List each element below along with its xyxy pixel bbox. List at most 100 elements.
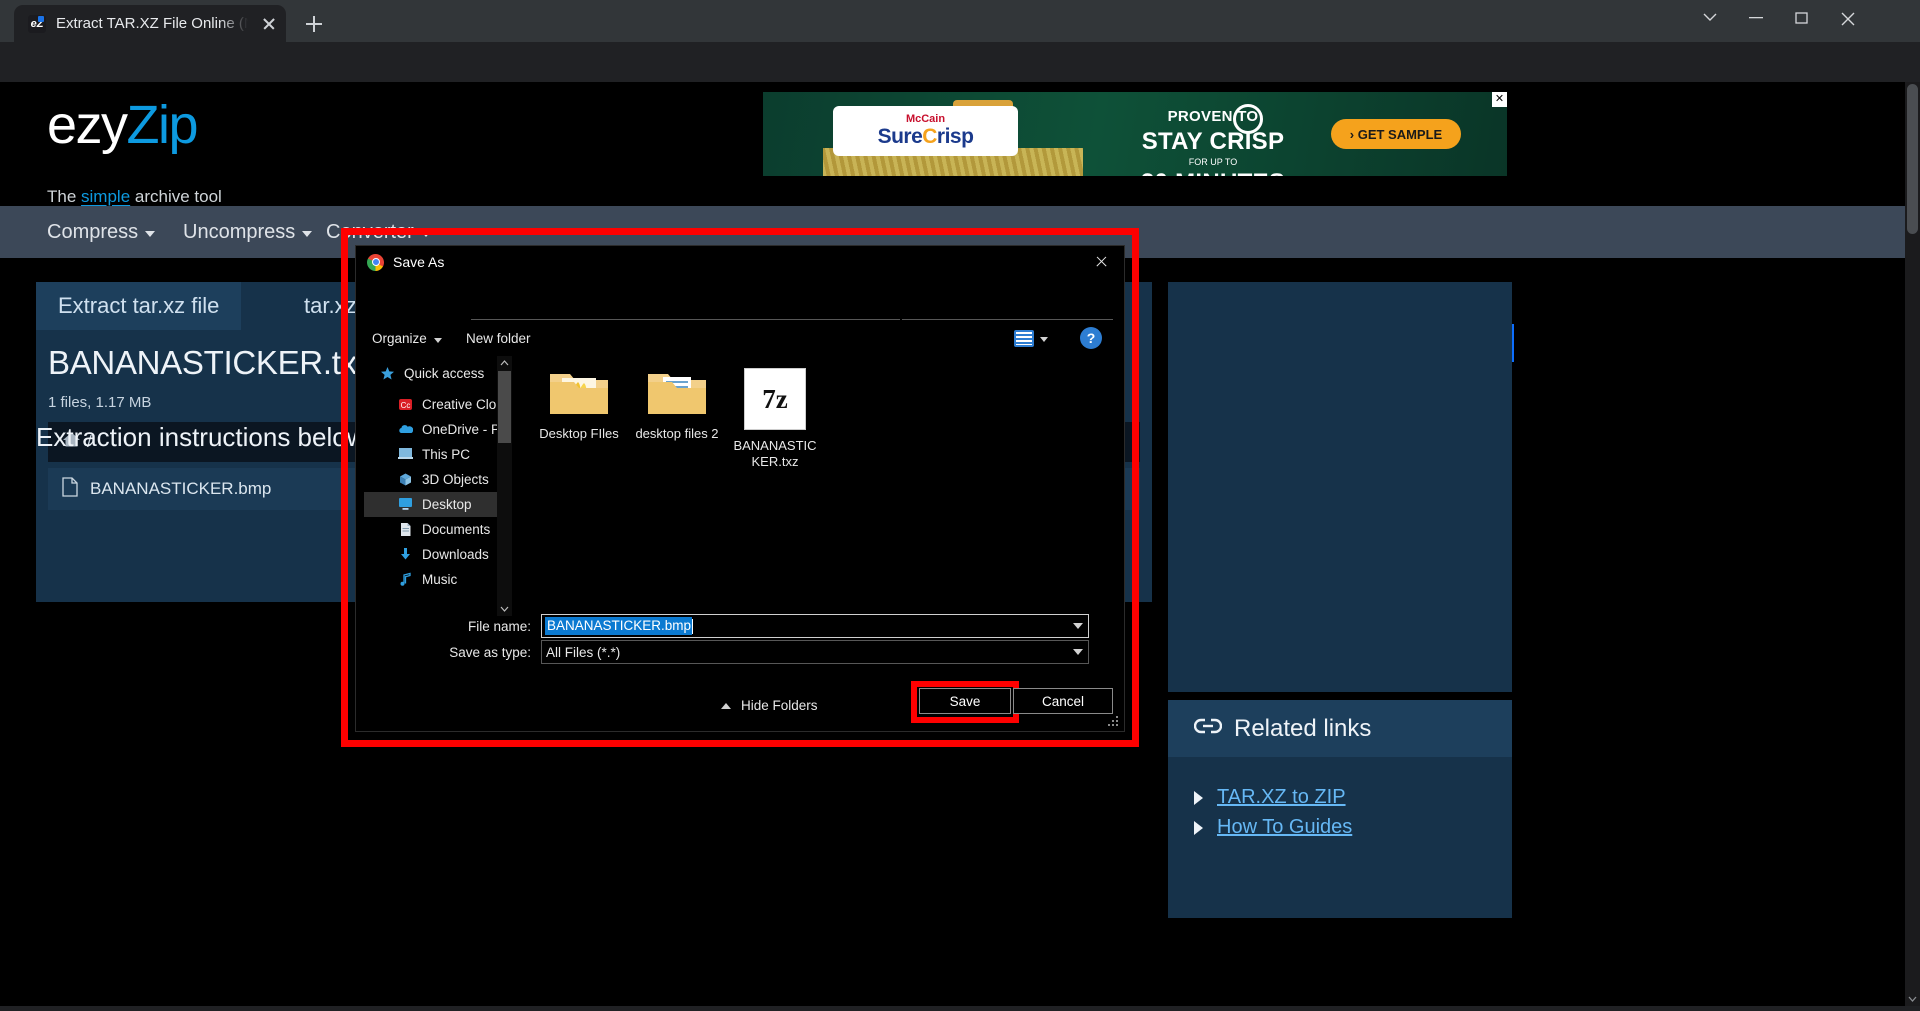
archive-name: BANANASTICKER.txz <box>48 344 373 382</box>
chevron-down-icon <box>302 231 312 237</box>
ad-brand-top: McCain <box>906 113 945 125</box>
view-mode-icon <box>1014 330 1034 347</box>
browser-window: eZ Extract TAR.XZ File Online (No li <box>0 0 1920 1006</box>
tree-item-downloads[interactable]: Downloads <box>364 542 512 567</box>
file-name: BANANASTICKER.bmp <box>90 479 271 499</box>
tab-search-chevron-icon[interactable] <box>1688 0 1734 34</box>
downloads-icon <box>398 547 413 562</box>
advertisement-banner[interactable]: McCain SureCrisp PROVEN TO STAY CRISP FO… <box>763 92 1507 176</box>
chevron-down-icon[interactable] <box>1073 623 1083 629</box>
organize-label: Organize <box>372 331 427 346</box>
close-window-button[interactable] <box>1826 0 1872 34</box>
star-icon <box>380 366 395 381</box>
desktop-icon <box>398 497 413 512</box>
related-links-title: Related links <box>1234 715 1371 743</box>
logo-part-1: ezy <box>47 95 127 155</box>
file-item-label: Desktop FIles <box>537 426 621 442</box>
dialog-navbar: This PC Desktop Search Desktop <box>356 278 1124 320</box>
tree-item-this-pc[interactable]: This PC <box>364 442 512 467</box>
this-pc-icon <box>398 447 413 462</box>
instructions-heading: Extraction instructions below <box>36 422 365 453</box>
help-button[interactable]: ? <box>1080 327 1102 349</box>
tree-item-quick-access[interactable]: Quick access <box>364 361 512 386</box>
sidebar-ad-panel <box>1168 282 1512 692</box>
related-link-tarxz-to-zip[interactable]: TAR.XZ to ZIP <box>1194 786 1346 809</box>
hide-folders-button[interactable]: Hide Folders <box>721 698 818 713</box>
save-as-type-select[interactable]: All Files (*.*) <box>541 640 1089 664</box>
save-button[interactable]: Save <box>919 688 1011 714</box>
related-link-label: TAR.XZ to ZIP <box>1217 786 1346 809</box>
tagline-highlight: simple <box>81 187 130 206</box>
file-item-desktop-files-2[interactable]: desktop files 2 <box>627 368 727 442</box>
text-caret <box>692 619 693 634</box>
7zip-archive-icon: 7z <box>744 368 806 430</box>
tree-scrollbar[interactable] <box>497 356 512 616</box>
close-icon[interactable] <box>1079 246 1124 278</box>
tree-item-label: Downloads <box>422 547 489 562</box>
view-mode-button[interactable] <box>1014 326 1048 350</box>
hide-folders-label: Hide Folders <box>741 698 818 713</box>
scrollbar-thumb[interactable] <box>498 371 511 443</box>
tree-item-3d-objects[interactable]: 3D Objects <box>364 467 512 492</box>
ad-headline-minutes: 30 MINUTES <box>1063 168 1363 176</box>
creative-cloud-icon: Cc <box>398 397 413 412</box>
onedrive-icon <box>398 422 413 437</box>
site-logo[interactable]: ezyZip <box>47 98 197 152</box>
dialog-body: Quick access Cc Creative Cloud File OneD… <box>356 356 1124 616</box>
archive-summary: 1 files, 1.17 MB <box>48 394 151 411</box>
file-name-value: BANANASTICKER.bmp <box>545 617 692 635</box>
scroll-down-icon[interactable] <box>497 601 512 616</box>
3d-objects-icon <box>398 472 413 487</box>
svg-text:Cc: Cc <box>401 401 411 410</box>
organize-button[interactable]: Organize <box>372 327 442 350</box>
scroll-up-icon[interactable] <box>497 356 512 371</box>
maximize-window-button[interactable] <box>1780 0 1826 34</box>
file-item-bananasticker-txz[interactable]: 7z BANANASTICKER.txz <box>725 368 825 470</box>
cancel-button[interactable]: Cancel <box>1013 688 1113 714</box>
file-item-desktop-files[interactable]: Desktop FIles <box>529 368 629 442</box>
nav-item-uncompress[interactable]: Uncompress <box>183 218 312 246</box>
tree-item-onedrive[interactable]: OneDrive - Person <box>364 417 512 442</box>
nav-item-compress[interactable]: Compress <box>47 218 155 246</box>
resize-grip[interactable] <box>1108 716 1120 728</box>
ad-headline-line2: STAY CRISP <box>1063 127 1363 157</box>
browser-tab[interactable]: eZ Extract TAR.XZ File Online (No li <box>14 5 286 42</box>
tab-extract-tarxz[interactable]: Extract tar.xz file <box>36 282 241 330</box>
chevron-up-icon <box>721 703 731 709</box>
site-header: ezyZip The simple archive tool McCain Su… <box>0 82 1920 206</box>
related-link-how-to-guides[interactable]: How To Guides <box>1194 816 1352 839</box>
music-icon <box>398 572 413 587</box>
new-folder-button[interactable]: New folder <box>466 327 531 350</box>
ad-cta-button[interactable]: › GET SAMPLE <box>1331 119 1461 149</box>
dialog-titlebar: Save As <box>356 246 1124 278</box>
tree-item-creative-cloud[interactable]: Cc Creative Cloud File <box>364 392 512 417</box>
file-item-label: desktop files 2 <box>635 426 719 442</box>
file-name-input[interactable]: BANANASTICKER.bmp <box>541 614 1089 638</box>
minimize-window-button[interactable] <box>1734 0 1780 34</box>
nav-label: Compress <box>47 221 138 244</box>
file-item-label: BANANASTICKER.txz <box>733 438 817 470</box>
related-links-header: Related links <box>1168 700 1512 757</box>
new-tab-button[interactable] <box>298 8 330 40</box>
dialog-command-bar: Organize New folder ? <box>356 320 1124 356</box>
chevron-right-icon <box>1194 821 1203 835</box>
chevron-down-icon[interactable] <box>1073 649 1083 655</box>
dialog-title: Save As <box>393 254 444 270</box>
page-scrollbar[interactable] <box>1905 82 1920 1006</box>
file-name-label: File name: <box>421 619 531 634</box>
scroll-down-icon[interactable] <box>1905 991 1920 1006</box>
tree-item-desktop[interactable]: Desktop <box>364 492 512 517</box>
tagline-pre: The <box>47 187 81 206</box>
scrollbar-thumb[interactable] <box>1907 84 1918 234</box>
tree-item-music[interactable]: Music <box>364 567 512 592</box>
chrome-icon <box>367 254 384 271</box>
tree-item-label: Quick access <box>404 366 484 381</box>
save-as-dialog: Save As This PC Deskt <box>355 245 1125 732</box>
ad-close-icon[interactable]: ✕ <box>1492 92 1507 107</box>
file-icon <box>62 477 78 502</box>
ad-headline-line1: PROVEN TO <box>1063 108 1363 127</box>
tree-item-documents[interactable]: Documents <box>364 517 512 542</box>
nav-label: Uncompress <box>183 221 295 244</box>
logo-part-2: Zip <box>127 95 198 155</box>
close-tab-icon[interactable] <box>258 13 280 35</box>
